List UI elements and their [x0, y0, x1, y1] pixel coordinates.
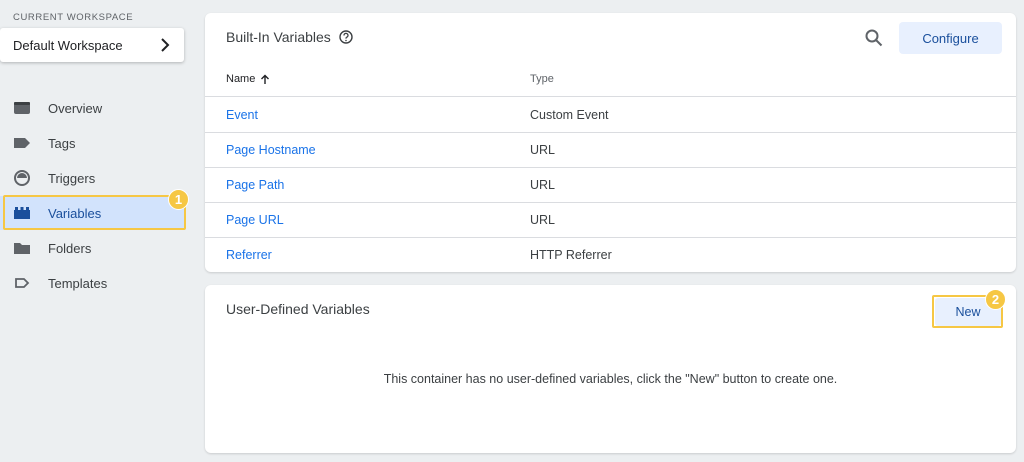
builtin-variables-card: Built-In Variables Configure Name Type E…	[205, 13, 1016, 272]
column-header-name-label: Name	[226, 73, 256, 85]
sidebar: CURRENT WORKSPACE Default Workspace Over…	[0, 0, 195, 462]
template-icon	[15, 278, 30, 288]
workspace-selector[interactable]: Default Workspace	[0, 28, 184, 62]
table-row: Page URL URL	[205, 203, 1016, 238]
sidebar-item-label: Folders	[48, 240, 92, 256]
sidebar-item-overview[interactable]: Overview	[0, 91, 184, 125]
variable-name-link[interactable]: Referrer	[226, 248, 272, 262]
column-header-name[interactable]: Name	[226, 73, 270, 85]
sidebar-item-folders[interactable]: Folders	[0, 231, 184, 265]
table-row: Page Path URL	[205, 168, 1016, 203]
annotation-badge: 2	[985, 289, 1006, 310]
sidebar-item-label: Variables	[48, 205, 102, 221]
user-defined-variables-card: User-Defined Variables New This containe…	[205, 285, 1016, 453]
sidebar-item-label: Tags	[48, 135, 76, 151]
sidebar-item-templates[interactable]: Templates	[0, 266, 184, 300]
variable-name-link[interactable]: Event	[226, 108, 258, 122]
trigger-icon	[14, 170, 30, 186]
chevron-right-icon	[161, 38, 170, 52]
table-row: Referrer HTTP Referrer	[205, 238, 1016, 273]
user-defined-variables-title: User-Defined Variables	[226, 301, 370, 317]
folder-icon	[14, 243, 30, 254]
tag-icon	[14, 138, 30, 148]
table-header: Name Type	[205, 68, 1016, 97]
variable-type: URL	[530, 143, 556, 157]
variable-type: URL	[530, 178, 556, 192]
sidebar-item-label: Triggers	[48, 170, 96, 186]
workspace-name: Default Workspace	[13, 37, 123, 53]
overview-icon	[14, 102, 30, 114]
variables-icon	[14, 207, 30, 219]
table-row: Page Hostname URL	[205, 133, 1016, 168]
builtin-variables-title: Built-In Variables	[226, 29, 353, 45]
sidebar-item-tags[interactable]: Tags	[0, 126, 184, 160]
table-row: Event Custom Event	[205, 98, 1016, 133]
sidebar-item-variables[interactable]: Variables	[0, 196, 184, 230]
sort-ascending-icon	[261, 74, 270, 84]
variable-type: URL	[530, 213, 556, 227]
empty-state-message: This container has no user-defined varia…	[383, 372, 838, 386]
variable-name-link[interactable]: Page URL	[226, 213, 284, 227]
variable-name-link[interactable]: Page Path	[226, 178, 284, 192]
builtin-variables-title-text: Built-In Variables	[226, 29, 331, 45]
configure-button[interactable]: Configure	[899, 22, 1002, 54]
sidebar-item-label: Overview	[48, 100, 103, 116]
variable-name-link[interactable]: Page Hostname	[226, 143, 316, 157]
variable-type: HTTP Referrer	[530, 248, 612, 262]
variable-type: Custom Event	[530, 108, 609, 122]
workspace-label: CURRENT WORKSPACE	[13, 12, 134, 23]
help-icon[interactable]	[339, 30, 353, 44]
annotation-badge: 1	[168, 189, 189, 210]
search-icon[interactable]	[865, 29, 883, 47]
sidebar-item-triggers[interactable]: Triggers	[0, 161, 184, 195]
sidebar-item-label: Templates	[48, 275, 108, 291]
column-header-type: Type	[530, 73, 554, 85]
